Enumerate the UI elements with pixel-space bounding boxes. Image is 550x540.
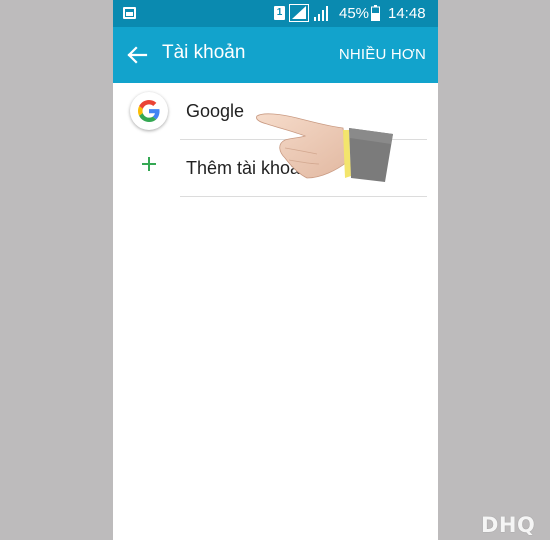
status-clock: 14:48 bbox=[388, 5, 426, 22]
battery-icon bbox=[371, 5, 380, 21]
pointing-hand-icon bbox=[256, 113, 393, 182]
sim-badge: 1 bbox=[274, 6, 285, 20]
signal-strength-icon bbox=[289, 4, 309, 22]
app-bar: Tài khoản NHIỀU HƠN bbox=[113, 27, 438, 83]
more-button[interactable]: NHIỀU HƠN bbox=[339, 46, 426, 63]
plus-icon bbox=[142, 157, 156, 171]
back-arrow-icon[interactable] bbox=[121, 39, 153, 71]
watermark-logo: DHQ bbox=[481, 513, 536, 537]
account-label-google: Google bbox=[186, 101, 245, 121]
phone-screen: 1 45% 14:48 Tài khoản NHIỀU HƠN Google T… bbox=[113, 0, 438, 540]
page-title: Tài khoản bbox=[162, 42, 246, 63]
signal-strength-2-icon bbox=[314, 6, 328, 21]
divider bbox=[180, 196, 427, 197]
gallery-notification-icon bbox=[123, 7, 136, 19]
battery-percentage: 45% bbox=[339, 5, 370, 22]
google-logo-icon bbox=[130, 92, 168, 130]
status-bar: 1 45% 14:48 bbox=[113, 0, 438, 27]
